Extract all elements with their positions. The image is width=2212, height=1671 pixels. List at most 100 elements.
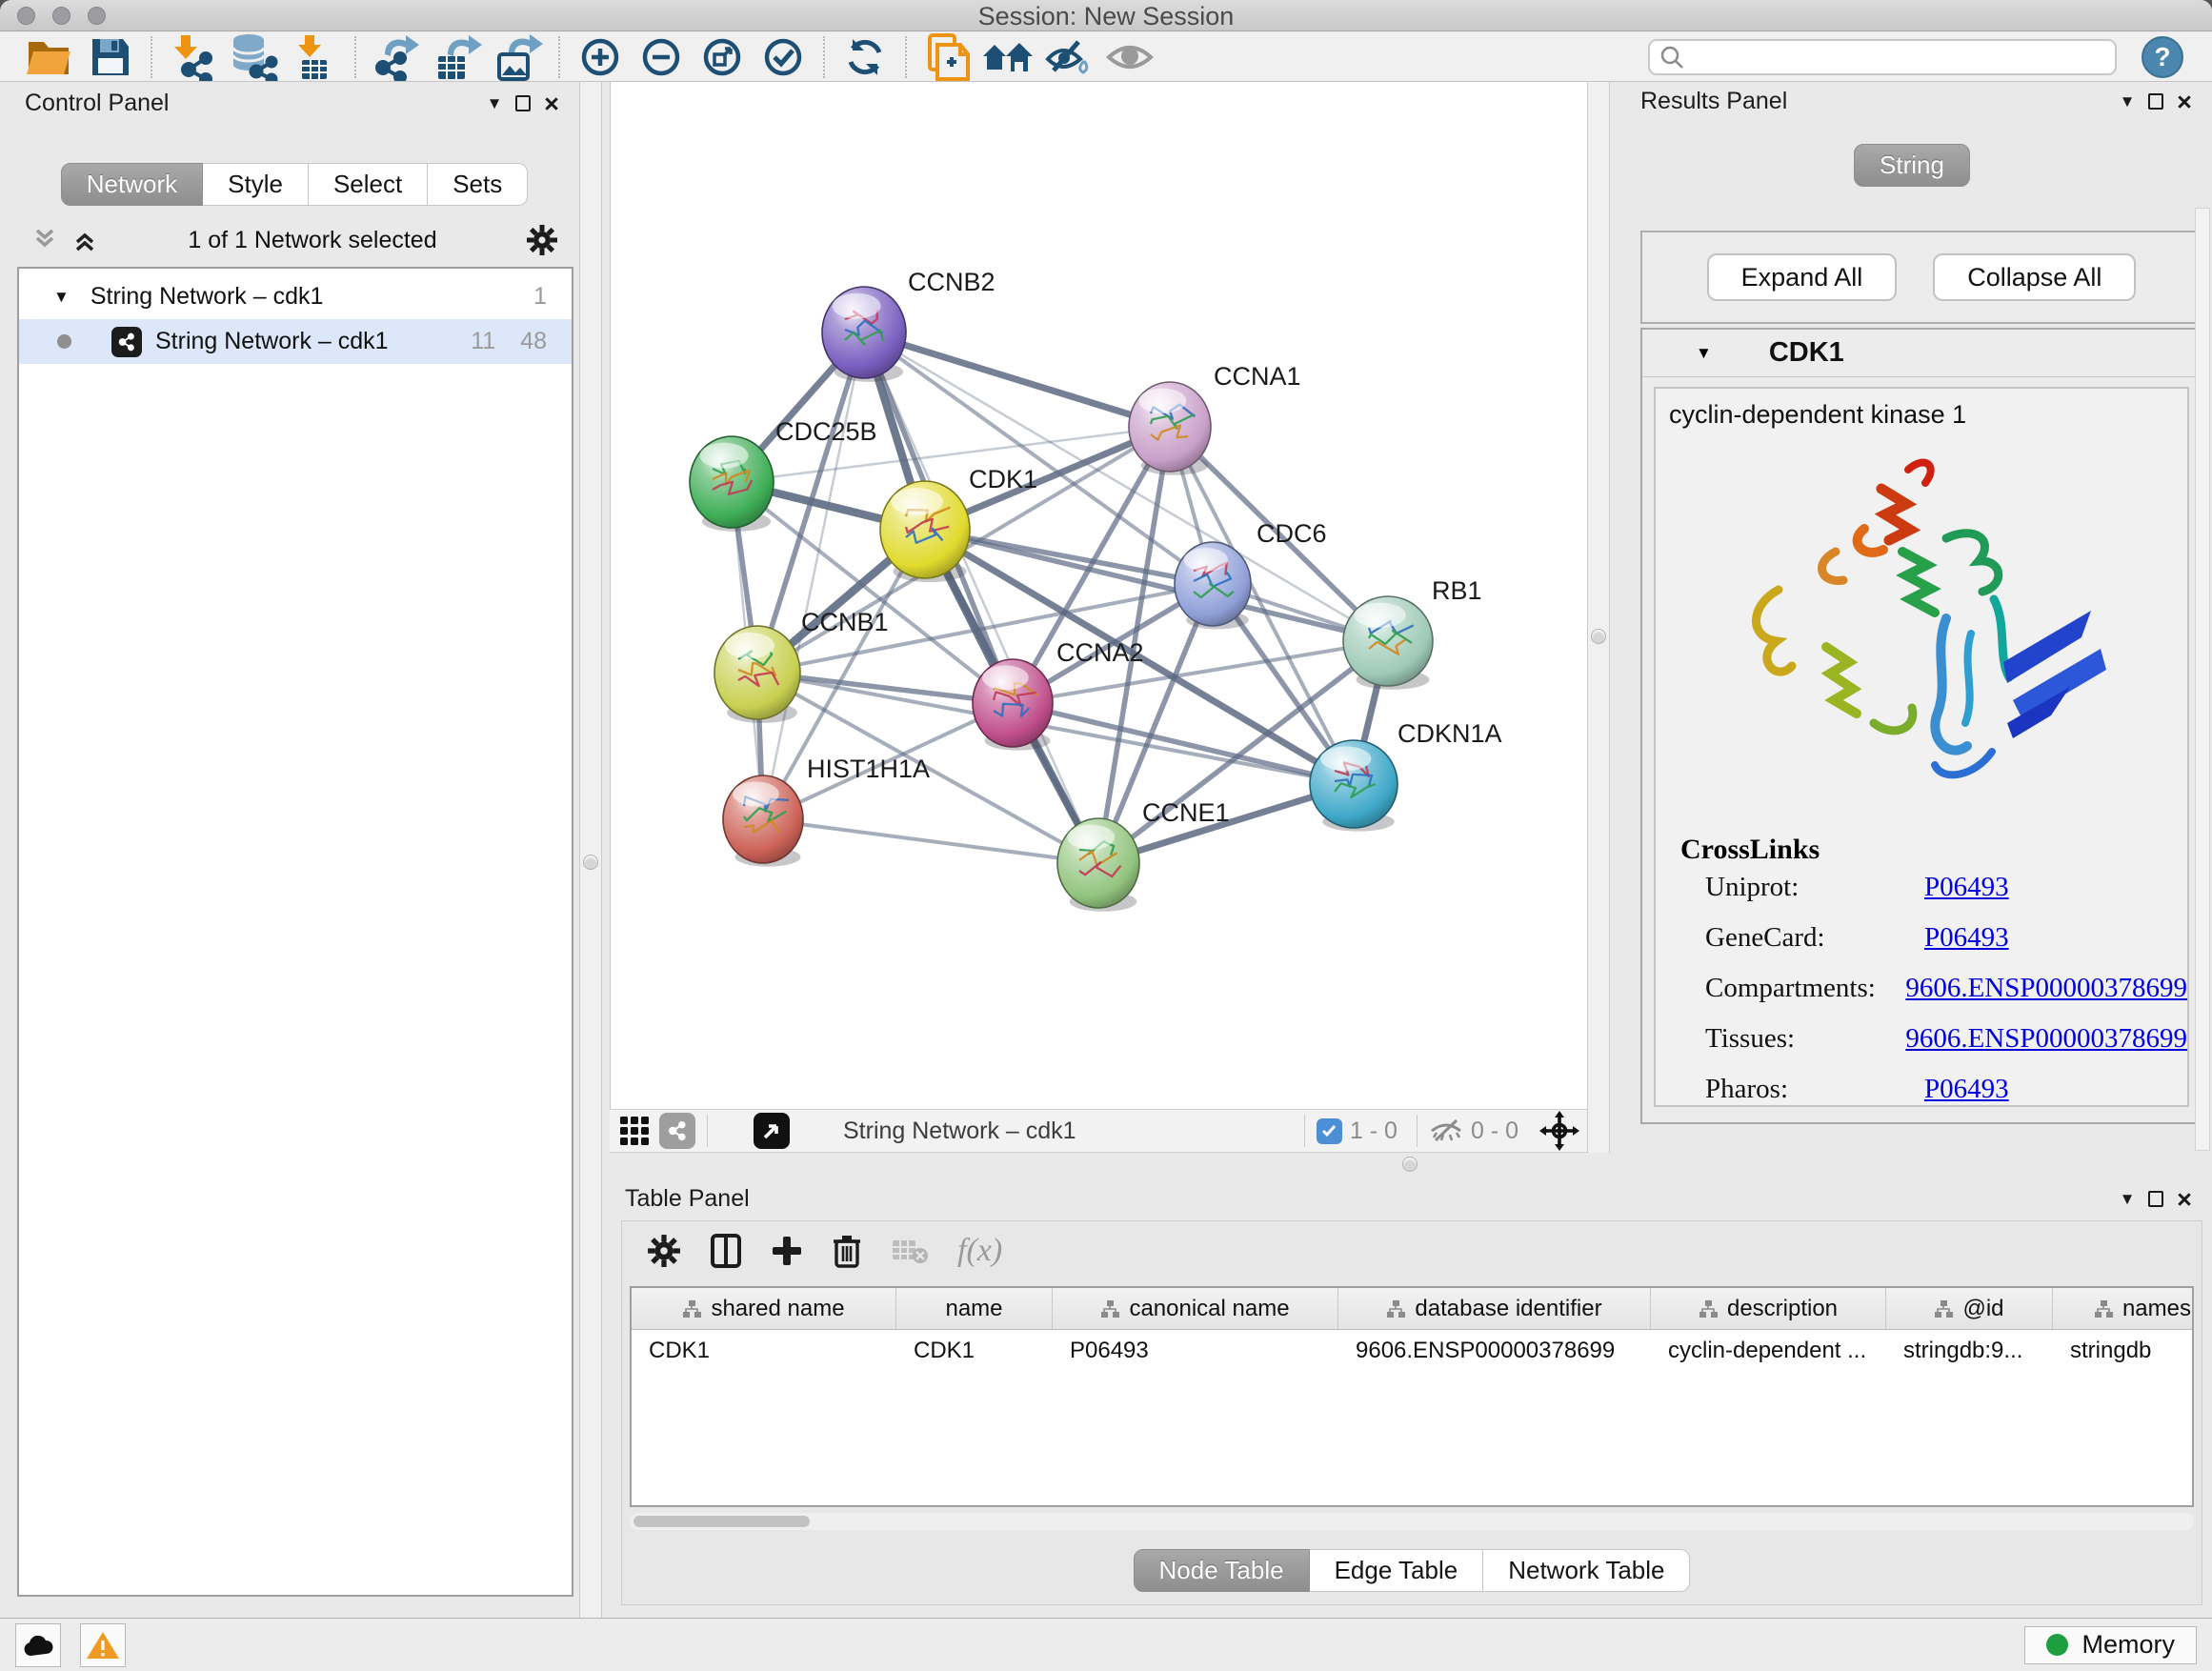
network-row[interactable]: String Network – cdk1 11 48 xyxy=(19,319,572,364)
network-node-ccne1[interactable]: CCNE1 xyxy=(1057,798,1230,912)
import-network-from-file-button[interactable] xyxy=(162,34,223,80)
entry-disclosure-icon[interactable]: ▼ xyxy=(1696,344,1712,363)
hide-graphics-details-button[interactable] xyxy=(1038,34,1099,80)
create-column-button[interactable] xyxy=(771,1233,803,1269)
table-toolbar: f(x) xyxy=(622,1221,2202,1280)
network-graph[interactable]: CCNB2CCNA1CDC25BCDK1CDC6RB1CCNB1CCNA2CDK… xyxy=(611,82,1590,1109)
show-graphics-details-button[interactable] xyxy=(1099,34,1160,80)
node-entry-header[interactable]: ▼ CDK1 xyxy=(1642,330,2201,377)
collapse-all-button[interactable]: Collapse All xyxy=(1933,253,2136,301)
crosslink-link[interactable]: 9606.ENSP00000378699 xyxy=(1905,973,2187,1004)
network-overview-share-button[interactable] xyxy=(659,1113,695,1149)
node-label: CDK1 xyxy=(969,465,1037,493)
function-builder-button[interactable]: f(x) xyxy=(957,1233,1002,1269)
panel-menu-icon[interactable]: ▼ xyxy=(480,91,509,116)
show-columns-button[interactable] xyxy=(710,1233,742,1269)
crosslink-link[interactable]: 9606.ENSP00000378699 xyxy=(1905,1023,2187,1055)
delete-table-button[interactable] xyxy=(891,1237,929,1265)
tab-network[interactable]: Network xyxy=(61,163,203,206)
network-view-canvas[interactable]: CCNB2CCNA1CDC25BCDK1CDC6RB1CCNB1CCNA2CDK… xyxy=(610,82,1589,1109)
duplicate-documents-button[interactable] xyxy=(916,34,977,80)
crosslink-link[interactable]: P06493 xyxy=(1924,1074,2009,1105)
column-header-canonical-name[interactable]: canonical name xyxy=(1053,1288,1338,1329)
import-network-icon xyxy=(168,33,217,81)
export-network-button[interactable] xyxy=(366,34,427,80)
network-collection-row[interactable]: ▼ String Network – cdk1 1 xyxy=(19,274,572,319)
right-splitter-handle[interactable] xyxy=(1591,629,1606,644)
network-node-rb1[interactable]: RB1 xyxy=(1343,576,1482,690)
open-in-new-window-button[interactable] xyxy=(754,1113,790,1149)
zoom-in-button[interactable] xyxy=(570,34,631,80)
import-network-from-database-button[interactable] xyxy=(223,34,284,80)
scrollbar-thumb[interactable] xyxy=(633,1516,810,1527)
tab-network-table[interactable]: Network Table xyxy=(1483,1549,1690,1592)
table-row[interactable]: CDK1 CDK1 P06493 9606.ENSP00000378699 cy… xyxy=(632,1330,2192,1372)
help-button[interactable]: ? xyxy=(2142,36,2183,78)
tab-sets[interactable]: Sets xyxy=(428,163,528,206)
results-scrollbar[interactable] xyxy=(2195,208,2210,1151)
column-header-namespace[interactable]: namespace xyxy=(2053,1288,2194,1329)
left-splitter-handle[interactable] xyxy=(583,855,598,870)
column-header-shared-name[interactable]: shared name xyxy=(632,1288,896,1329)
cloud-status-button[interactable] xyxy=(15,1623,61,1667)
search-input[interactable] xyxy=(1692,44,2105,70)
panel-menu-icon[interactable]: ▼ xyxy=(2113,90,2142,114)
expand-all-button[interactable]: Expand All xyxy=(1707,253,1898,301)
tab-node-table[interactable]: Node Table xyxy=(1134,1549,1310,1592)
node-label: RB1 xyxy=(1432,576,1482,605)
column-header-id[interactable]: @id xyxy=(1886,1288,2053,1329)
float-panel-icon[interactable] xyxy=(2142,1187,2170,1212)
close-panel-icon[interactable]: × xyxy=(2170,1187,2199,1212)
network-edge[interactable] xyxy=(864,332,1170,427)
collection-disclosure-icon[interactable]: ▼ xyxy=(53,288,70,307)
column-header-name[interactable]: name xyxy=(896,1288,1053,1329)
network-node-cdkn1a[interactable]: CDKN1A xyxy=(1310,719,1502,832)
tab-style[interactable]: Style xyxy=(203,163,309,206)
network-node-ccna1[interactable]: CCNA1 xyxy=(1129,362,1301,475)
left-splitter[interactable] xyxy=(579,82,602,1618)
column-header-database-identifier[interactable]: database identifier xyxy=(1338,1288,1651,1329)
pan-crosshair-icon[interactable] xyxy=(1539,1111,1579,1151)
import-table-from-file-button[interactable] xyxy=(284,34,345,80)
homes-button[interactable] xyxy=(977,34,1038,80)
column-header-description[interactable]: description xyxy=(1651,1288,1886,1329)
network-tree: ▼ String Network – cdk1 1 String Network… xyxy=(17,267,573,1597)
tab-edge-table[interactable]: Edge Table xyxy=(1310,1549,1484,1592)
close-panel-icon[interactable]: × xyxy=(537,91,566,116)
zoom-fit-content-button[interactable] xyxy=(692,34,753,80)
birds-eye-view-icon[interactable] xyxy=(619,1116,650,1146)
gear-icon[interactable] xyxy=(526,224,558,256)
float-panel-icon[interactable] xyxy=(509,91,537,116)
export-table-button[interactable] xyxy=(427,34,488,80)
right-splitter[interactable] xyxy=(1587,82,1610,1153)
float-panel-icon[interactable] xyxy=(2142,90,2170,114)
table-settings-button[interactable] xyxy=(647,1234,681,1268)
toolbar-separator xyxy=(823,36,825,78)
network-node-hist1h1a[interactable]: HIST1H1A xyxy=(723,755,930,867)
network-edge[interactable] xyxy=(864,332,1098,863)
zoom-out-button[interactable] xyxy=(631,34,692,80)
apply-preferred-layout-button[interactable] xyxy=(835,34,895,80)
expand-all-networks-icon[interactable] xyxy=(70,226,99,254)
close-panel-icon[interactable]: × xyxy=(2170,90,2199,114)
application-window: Session: New Session xyxy=(0,0,2212,1671)
node-label: CCNA2 xyxy=(1056,638,1144,667)
collapse-all-networks-icon[interactable] xyxy=(30,226,59,254)
save-session-button[interactable] xyxy=(80,34,141,80)
warnings-button[interactable] xyxy=(80,1623,126,1667)
network-edge[interactable] xyxy=(763,819,1098,863)
zoom-selected-region-button[interactable] xyxy=(753,34,814,80)
tab-string[interactable]: String xyxy=(1854,144,1970,187)
open-session-button[interactable] xyxy=(19,34,80,80)
table-horizontal-scrollbar[interactable] xyxy=(630,1513,2194,1530)
panel-menu-icon[interactable]: ▼ xyxy=(2113,1187,2142,1212)
horizontal-splitter-handle[interactable] xyxy=(1402,1157,1418,1172)
crosslink-link[interactable]: P06493 xyxy=(1924,872,2009,903)
selected-items-checkbox[interactable] xyxy=(1317,1118,1342,1144)
memory-button[interactable]: Memory xyxy=(2024,1626,2197,1664)
delete-column-button[interactable] xyxy=(832,1233,862,1269)
crosslink-link[interactable]: P06493 xyxy=(1924,922,2009,954)
export-image-button[interactable] xyxy=(488,34,549,80)
tab-select[interactable]: Select xyxy=(309,163,428,206)
horizontal-splitter[interactable] xyxy=(610,1155,1589,1179)
